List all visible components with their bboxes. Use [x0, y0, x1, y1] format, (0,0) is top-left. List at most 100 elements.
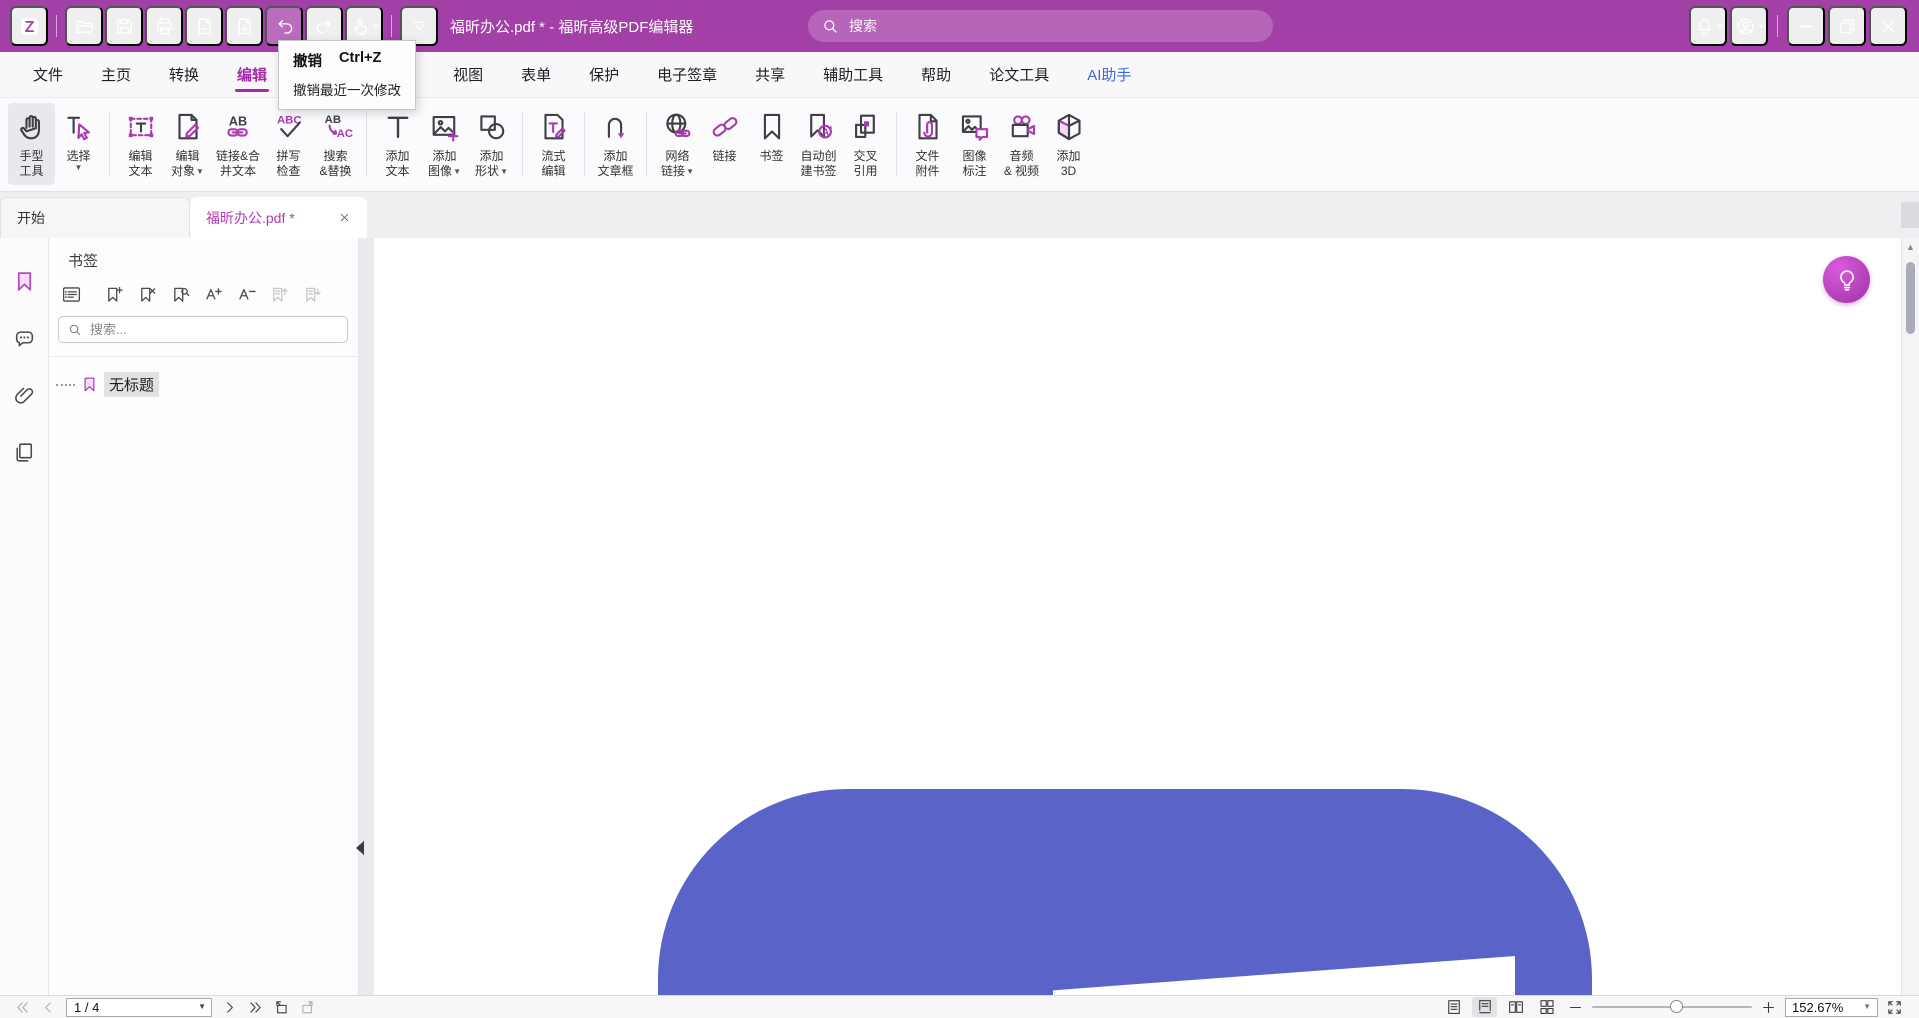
previous-view-button[interactable]	[273, 999, 290, 1016]
menu-item-11[interactable]: 辅助工具	[804, 52, 902, 97]
bookmark-add-button[interactable]	[104, 284, 125, 305]
menu-item-10[interactable]: 共享	[736, 52, 804, 97]
tool-add-text[interactable]: 添加文本	[374, 103, 421, 185]
tool-search-replace[interactable]: ABAC搜索&替换	[312, 103, 359, 185]
bookmarks-panel-button[interactable]	[0, 253, 48, 310]
global-search[interactable]	[808, 10, 1273, 42]
menu-item-3[interactable]: 转换	[150, 52, 218, 97]
tool-auto-bookmark[interactable]: A自动创建书签	[795, 103, 842, 185]
tab-scroll-button[interactable]	[1901, 202, 1919, 228]
tool-audio-video[interactable]: 音频& 视频	[998, 103, 1045, 185]
tool-edit-text[interactable]: 编辑文本	[117, 103, 164, 185]
document-canvas[interactable]	[359, 238, 1901, 995]
vertical-scrollbar[interactable]: ▲	[1901, 238, 1919, 995]
tool-add-3d[interactable]: 添加3D	[1045, 103, 1092, 185]
tool-label-text: 搜索	[324, 149, 348, 164]
pages-panel-button[interactable]	[0, 424, 48, 481]
pdf-page[interactable]	[374, 238, 1901, 995]
menu-item-4[interactable]: 编辑	[218, 52, 286, 97]
fullscreen-button[interactable]	[1886, 999, 1903, 1016]
bookmark-delete-button[interactable]	[137, 284, 158, 305]
hand-pointer-icon	[350, 16, 371, 37]
bookmark-search-input[interactable]	[90, 322, 339, 337]
svg-text:AB: AB	[324, 114, 340, 126]
text-size-decrease-button[interactable]	[236, 284, 257, 305]
bookmark-search[interactable]	[58, 316, 348, 343]
print-button[interactable]	[145, 6, 183, 46]
tool-reflow-edit[interactable]: 流式编辑	[530, 103, 577, 185]
menu-item-14[interactable]: AI助手	[1068, 52, 1150, 97]
tool-add-image[interactable]: 添加图像▼	[421, 103, 468, 185]
ribbon-group-divider	[584, 111, 585, 177]
tab-start[interactable]: 开始	[0, 197, 190, 238]
zoom-out-button[interactable]	[1567, 999, 1584, 1016]
scrollbar-thumb[interactable]	[1906, 262, 1915, 334]
menu-item-12[interactable]: 帮助	[902, 52, 970, 97]
menu-item-1[interactable]: 文件	[14, 52, 82, 97]
restore-button[interactable]	[1828, 6, 1866, 46]
titlebar-divider	[1777, 15, 1778, 37]
next-page-button[interactable]	[221, 999, 238, 1016]
tool-bookmark[interactable]: 书签	[748, 103, 795, 185]
facing-view-button[interactable]	[1503, 997, 1528, 1017]
bookmark-list-button[interactable]	[61, 284, 82, 305]
global-search-input[interactable]	[849, 18, 1260, 34]
scroll-up-icon[interactable]: ▲	[1902, 243, 1919, 252]
tab-document[interactable]: 福昕办公.pdf *	[190, 197, 367, 238]
close-tab-icon[interactable]	[338, 211, 351, 224]
menu-item-7[interactable]: 表单	[502, 52, 570, 97]
tool-hand-tool[interactable]: 手型工具	[8, 103, 55, 185]
bookmarks-toolbar	[61, 284, 358, 305]
panel-collapse-handle[interactable]	[352, 823, 368, 873]
tooltip-title: 撤销	[293, 50, 322, 71]
tool-label-line2: 文本	[386, 164, 410, 179]
save-button[interactable]	[105, 6, 143, 46]
tool-label-text: 网络	[666, 149, 690, 164]
tool-file-attachment[interactable]: 文件附件	[904, 103, 951, 185]
page-minus-button[interactable]	[185, 6, 223, 46]
menu-item-2[interactable]: 主页	[82, 52, 150, 97]
page-plus-button[interactable]	[225, 6, 263, 46]
zoom-in-button[interactable]	[1760, 999, 1777, 1016]
zoom-level-combobox[interactable]: 152.67% ▼	[1785, 998, 1878, 1017]
ai-assistant-lightbulb-button[interactable]	[1823, 256, 1870, 303]
tool-label-text: 选择	[66, 149, 90, 164]
bookmark-find-button[interactable]	[170, 284, 191, 305]
attachments-panel-button[interactable]	[0, 367, 48, 424]
continuous-view-button[interactable]	[1472, 997, 1497, 1017]
page-number-combobox[interactable]: 1 / 4▼	[66, 998, 212, 1017]
tool-label-text: &替换	[320, 164, 352, 179]
tool-edit-object[interactable]: 编辑对象▼	[164, 103, 211, 185]
tool-spell-check[interactable]: ABC拼写检查	[265, 103, 312, 185]
tool-cross-reference[interactable]: 交叉引用	[842, 103, 889, 185]
tool-link[interactable]: 链接	[701, 103, 748, 185]
text-size-increase-button[interactable]	[203, 284, 224, 305]
bell-button[interactable]: ▾	[1689, 6, 1727, 46]
single-page-view-button[interactable]	[1441, 997, 1466, 1017]
facing-continuous-view-button[interactable]	[1534, 997, 1559, 1017]
tool-web-link[interactable]: 网络链接▼	[654, 103, 701, 185]
tool-select-tool[interactable]: 选择▼	[55, 103, 102, 185]
menu-item-6[interactable]: 视图	[434, 52, 502, 97]
minimize-button[interactable]	[1787, 6, 1825, 46]
tool-image-annotation[interactable]: 图像标注	[951, 103, 998, 185]
zoom-slider[interactable]	[1592, 997, 1752, 1017]
search-icon	[821, 17, 840, 36]
tool-link-merge-text[interactable]: AB链接&合并文本	[211, 103, 265, 185]
tool-add-shape[interactable]: 添加形状▼	[468, 103, 515, 185]
comments-panel-button[interactable]	[0, 310, 48, 367]
last-page-button[interactable]	[247, 999, 264, 1016]
app-logo-button[interactable]	[10, 6, 48, 46]
open-folder-button[interactable]	[65, 6, 103, 46]
tool-label-text: 文本	[386, 164, 410, 179]
tool-label-line1: 链接&合	[216, 149, 260, 164]
menu-item-13[interactable]: 论文工具	[970, 52, 1068, 97]
tool-label-line1: 网络	[666, 149, 690, 164]
bookmark-item[interactable]: 无标题	[56, 372, 358, 397]
user-button[interactable]: ▾	[1730, 6, 1768, 46]
close-button[interactable]	[1869, 6, 1907, 46]
zoom-slider-knob[interactable]	[1670, 1000, 1683, 1013]
menu-item-8[interactable]: 保护	[570, 52, 638, 97]
menu-item-9[interactable]: 电子签章	[638, 52, 736, 97]
tool-add-article-box[interactable]: 添加文章框	[592, 103, 639, 185]
